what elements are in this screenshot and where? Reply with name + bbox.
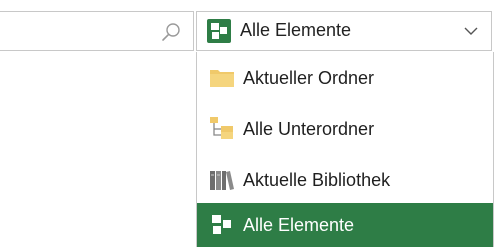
search-scope-panel: Alle Elemente Aktueller Ordner Alle Unte… [0,0,494,247]
menu-item-label: Alle Elemente [243,215,355,235]
library-icon [210,171,234,190]
chevron-down-icon[interactable] [463,24,479,38]
menu-item-current-library[interactable]: Aktuelle Bibliothek [197,158,493,202]
subfolders-icon [210,117,233,139]
folder-icon [210,70,234,87]
menu-item-label: Alle Unterordner [243,119,375,139]
menu-item-label: Aktuelle Bibliothek [243,170,391,190]
menu-item-all-subfolders[interactable]: Alle Unterordner [197,107,493,151]
scope-menu: Aktueller Ordner Alle Unterordner Aktuel… [196,52,494,247]
search-input[interactable] [0,11,194,51]
all-items-icon [212,215,231,234]
menu-item-current-folder[interactable]: Aktueller Ordner [197,56,493,100]
search-icon[interactable] [160,21,182,43]
menu-item-label: Aktueller Ordner [243,68,375,88]
scope-dropdown[interactable]: Alle Elemente [196,11,492,51]
menu-item-all-items[interactable]: Alle Elemente [197,203,493,247]
scope-selected-value: Alle Elemente [240,20,352,40]
all-items-icon [207,19,231,43]
